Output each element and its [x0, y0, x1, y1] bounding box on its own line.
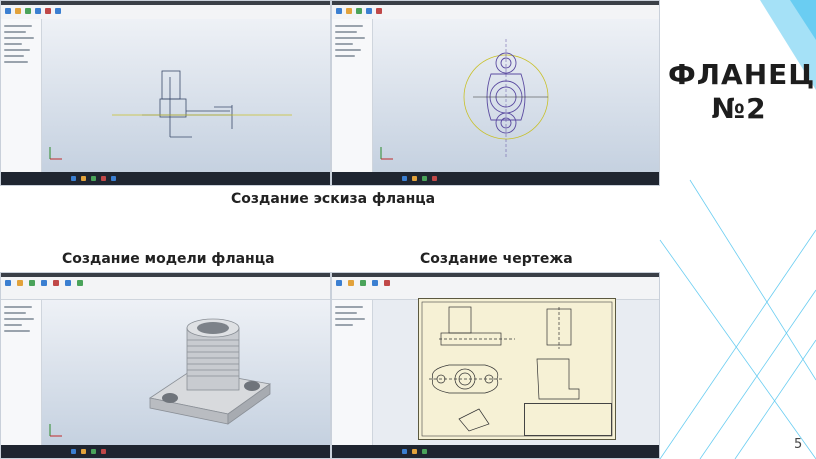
slide-title-line1: ФЛАНЕЦ — [668, 58, 816, 91]
slide: Создание эскиза фланца Создание модели ф… — [0, 0, 816, 459]
page-number: 5 — [794, 437, 803, 452]
slide-title-line2: №2 — [711, 92, 767, 125]
slide-title: ФЛАНЕЦ №2 — [668, 58, 816, 126]
